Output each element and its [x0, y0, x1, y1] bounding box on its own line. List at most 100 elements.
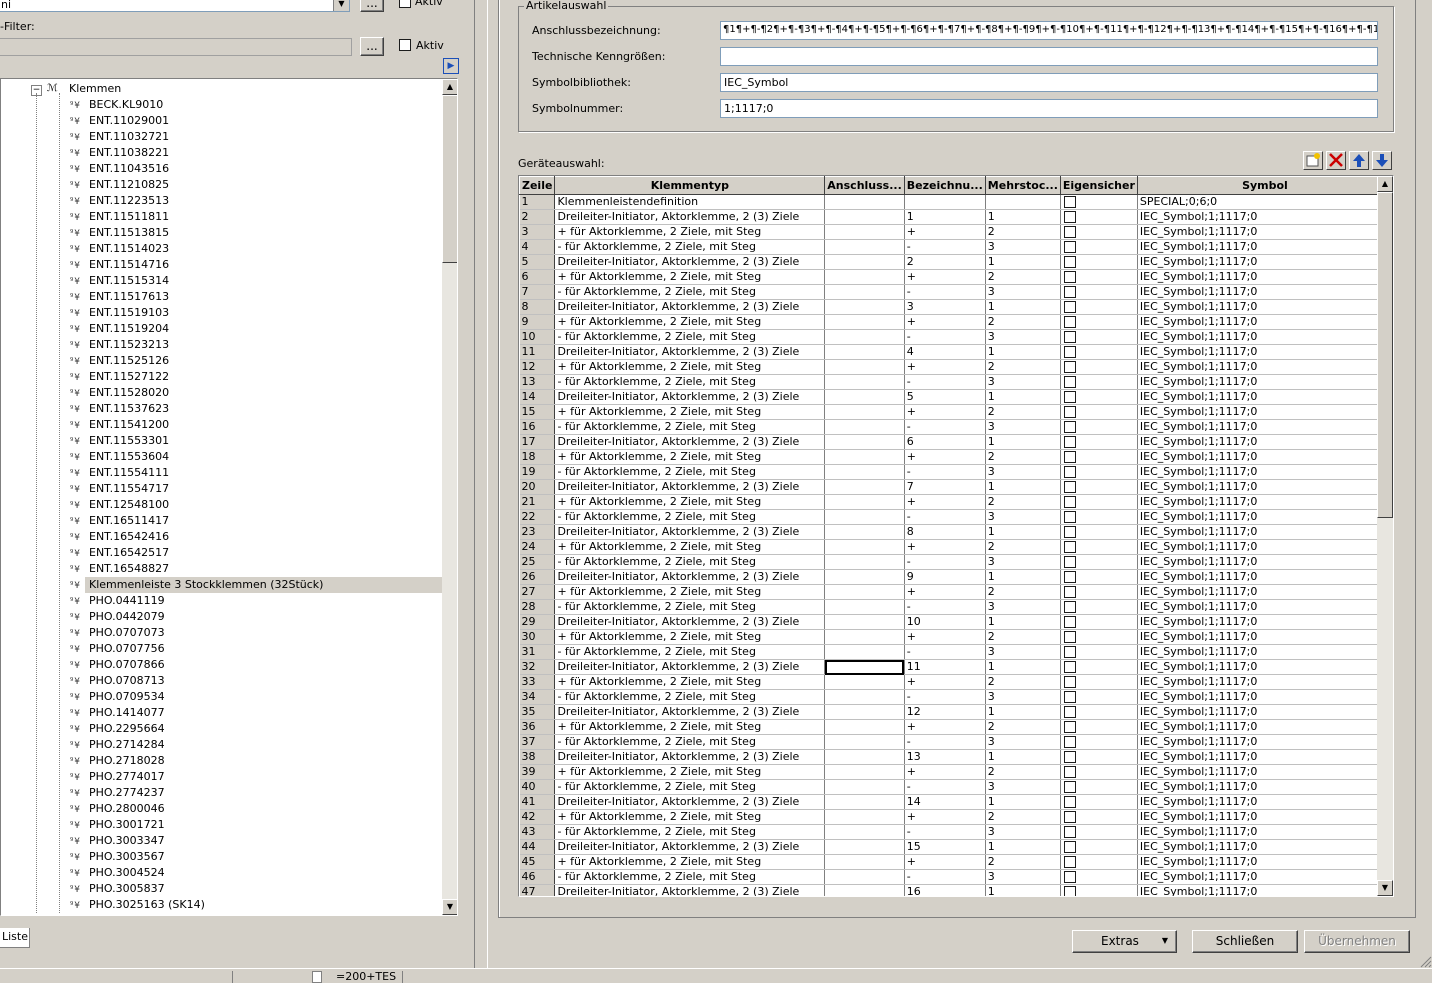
table-row[interactable]: 10 - für Aktorklemme, 2 Ziele, mit Steg -… — [519, 329, 1393, 345]
cell-klemmentyp[interactable]: Dreileiter-Initiator, Aktorklemme, 2 (3)… — [554, 569, 826, 585]
table-row[interactable]: 21 + für Aktorklemme, 2 Ziele, mit Steg +… — [519, 494, 1393, 510]
cell-bezeichnung[interactable]: + — [904, 314, 986, 330]
cell-anschluss[interactable] — [824, 464, 905, 480]
cell-anschluss[interactable] — [824, 194, 905, 210]
cell-mehrstock[interactable]: 1 — [985, 254, 1061, 270]
cell-zeile[interactable]: 7 — [519, 284, 556, 300]
cell-zeile[interactable]: 16 — [519, 419, 556, 435]
cell-zeile[interactable]: 35 — [519, 704, 556, 720]
cell-anschluss[interactable] — [824, 809, 905, 825]
cell-zeile[interactable]: 3 — [519, 224, 556, 240]
cell-anschluss[interactable] — [824, 299, 905, 315]
cell-eigensicher[interactable] — [1060, 359, 1138, 375]
cell-eigensicher[interactable] — [1060, 689, 1138, 705]
table-row[interactable]: 36 + für Aktorklemme, 2 Ziele, mit Steg +… — [519, 719, 1393, 735]
cell-eigensicher[interactable] — [1060, 464, 1138, 480]
cell-eigensicher[interactable] — [1060, 329, 1138, 345]
cell-klemmentyp[interactable]: Dreileiter-Initiator, Aktorklemme, 2 (3)… — [554, 704, 826, 720]
cell-anschluss[interactable] — [824, 269, 905, 285]
cell-anschluss[interactable] — [824, 719, 905, 735]
tree-item[interactable]: ⁹¥ ENT.11554717 — [1, 481, 441, 497]
cell-anschluss[interactable] — [824, 569, 905, 585]
eigensicher-checkbox[interactable] — [1063, 601, 1076, 613]
cell-symbol[interactable]: IEC_Symbol;1;1117;0 — [1137, 869, 1393, 885]
cell-zeile[interactable]: 42 — [519, 809, 556, 825]
cell-symbol[interactable]: IEC_Symbol;1;1117;0 — [1137, 809, 1393, 825]
cell-mehrstock[interactable]: 2 — [985, 854, 1061, 870]
tree-item[interactable]: ⁹¥ ENT.11517613 — [1, 289, 441, 305]
tree-item[interactable]: ⁹¥ ENT.11043516 — [1, 161, 441, 177]
tree-view[interactable]: − ℳ Klemmen ⁹¥ BECK.KL9010 ⁹¥ ENT.11029001 ⁹… — [0, 78, 458, 916]
cell-mehrstock[interactable]: 1 — [985, 794, 1061, 810]
table-row[interactable]: 18 + für Aktorklemme, 2 Ziele, mit Steg +… — [519, 449, 1393, 465]
table-row[interactable]: 46 - für Aktorklemme, 2 Ziele, mit Steg -… — [519, 869, 1393, 885]
table-row[interactable]: 23 Dreileiter-Initiator, Aktorklemme, 2 (… — [519, 524, 1393, 540]
cell-klemmentyp[interactable]: - für Aktorklemme, 2 Ziele, mit Steg — [554, 824, 826, 840]
tree-root[interactable]: − ℳ Klemmen — [1, 81, 441, 97]
top-combo[interactable]: ni ▼ — [0, 0, 350, 12]
table-row[interactable]: 31 - für Aktorklemme, 2 Ziele, mit Steg -… — [519, 644, 1393, 660]
cell-bezeichnung[interactable]: 12 — [904, 704, 986, 720]
eigensicher-checkbox[interactable] — [1063, 481, 1076, 493]
tree-item[interactable]: ⁹¥ PHO.3004524 — [1, 865, 441, 881]
cell-anschluss[interactable] — [824, 734, 905, 750]
cell-bezeichnung[interactable]: - — [904, 644, 986, 660]
eigensicher-checkbox[interactable] — [1063, 631, 1076, 643]
eigensicher-checkbox[interactable] — [1063, 376, 1076, 388]
eigensicher-checkbox[interactable] — [1063, 196, 1076, 208]
cell-bezeichnung[interactable]: 9 — [904, 569, 986, 585]
move-down-button[interactable] — [1372, 151, 1392, 170]
cell-eigensicher[interactable] — [1060, 599, 1138, 615]
cell-mehrstock[interactable]: 1 — [985, 299, 1061, 315]
cell-bezeichnung[interactable]: 3 — [904, 299, 986, 315]
cell-mehrstock[interactable]: 1 — [985, 569, 1061, 585]
scroll-up-icon[interactable]: ▲ — [442, 79, 457, 95]
cell-symbol[interactable]: IEC_Symbol;1;1117;0 — [1137, 854, 1393, 870]
cell-anschluss[interactable] — [824, 659, 905, 675]
cell-klemmentyp[interactable]: + für Aktorklemme, 2 Ziele, mit Steg — [554, 224, 826, 240]
table-row[interactable]: 12 + für Aktorklemme, 2 Ziele, mit Steg +… — [519, 359, 1393, 375]
tree-item[interactable]: ⁹¥ ENT.11537623 — [1, 401, 441, 417]
table-row[interactable]: 22 - für Aktorklemme, 2 Ziele, mit Steg -… — [519, 509, 1393, 525]
cell-eigensicher[interactable] — [1060, 674, 1138, 690]
table-row[interactable]: 9 + für Aktorklemme, 2 Ziele, mit Steg +2… — [519, 314, 1393, 330]
cell-klemmentyp[interactable]: - für Aktorklemme, 2 Ziele, mit Steg — [554, 599, 826, 615]
cell-symbol[interactable]: IEC_Symbol;1;1117;0 — [1137, 824, 1393, 840]
cell-bezeichnung[interactable]: 1 — [904, 209, 986, 225]
cell-bezeichnung[interactable]: - — [904, 419, 986, 435]
cell-bezeichnung[interactable]: - — [904, 284, 986, 300]
cell-zeile[interactable]: 20 — [519, 479, 556, 495]
cell-eigensicher[interactable] — [1060, 659, 1138, 675]
cell-zeile[interactable]: 41 — [519, 794, 556, 810]
tree-item[interactable]: ⁹¥ ENT.11029001 — [1, 113, 441, 129]
cell-symbol[interactable]: IEC_Symbol;1;1117;0 — [1137, 344, 1393, 360]
cell-zeile[interactable]: 29 — [519, 614, 556, 630]
tree-item[interactable]: ⁹¥ ENT.11553604 — [1, 449, 441, 465]
tree-item[interactable]: ⁹¥ PHO.0707073 — [1, 625, 441, 641]
table-row[interactable]: 11 Dreileiter-Initiator, Aktorklemme, 2 (… — [519, 344, 1393, 360]
cell-klemmentyp[interactable]: Dreileiter-Initiator, Aktorklemme, 2 (3)… — [554, 209, 826, 225]
table-row[interactable]: 19 - für Aktorklemme, 2 Ziele, mit Steg -… — [519, 464, 1393, 480]
table-row[interactable]: 34 - für Aktorklemme, 2 Ziele, mit Steg -… — [519, 689, 1393, 705]
cell-bezeichnung[interactable]: 6 — [904, 434, 986, 450]
cell-symbol[interactable]: IEC_Symbol;1;1117;0 — [1137, 794, 1393, 810]
top-browse-button[interactable]: ... — [360, 0, 384, 12]
tree-item[interactable]: ⁹¥ PHO.0708713 — [1, 673, 441, 689]
cell-symbol[interactable]: IEC_Symbol;1;1117;0 — [1137, 404, 1393, 420]
cell-symbol[interactable]: IEC_Symbol;1;1117;0 — [1137, 629, 1393, 645]
cell-bezeichnung[interactable]: 13 — [904, 749, 986, 765]
cell-mehrstock[interactable]: 3 — [985, 464, 1061, 480]
cell-zeile[interactable]: 15 — [519, 404, 556, 420]
table-row[interactable]: 14 Dreileiter-Initiator, Aktorklemme, 2 (… — [519, 389, 1393, 405]
eigensicher-checkbox[interactable] — [1063, 571, 1076, 583]
cell-symbol[interactable]: IEC_Symbol;1;1117;0 — [1137, 704, 1393, 720]
cell-anschluss[interactable] — [824, 764, 905, 780]
cell-bezeichnung[interactable] — [904, 194, 986, 210]
eigensicher-checkbox[interactable] — [1063, 451, 1076, 463]
cell-eigensicher[interactable] — [1060, 509, 1138, 525]
cell-mehrstock[interactable]: 2 — [985, 404, 1061, 420]
cell-eigensicher[interactable] — [1060, 839, 1138, 855]
cell-bezeichnung[interactable]: - — [904, 239, 986, 255]
cell-eigensicher[interactable] — [1060, 314, 1138, 330]
cell-bezeichnung[interactable]: 5 — [904, 389, 986, 405]
